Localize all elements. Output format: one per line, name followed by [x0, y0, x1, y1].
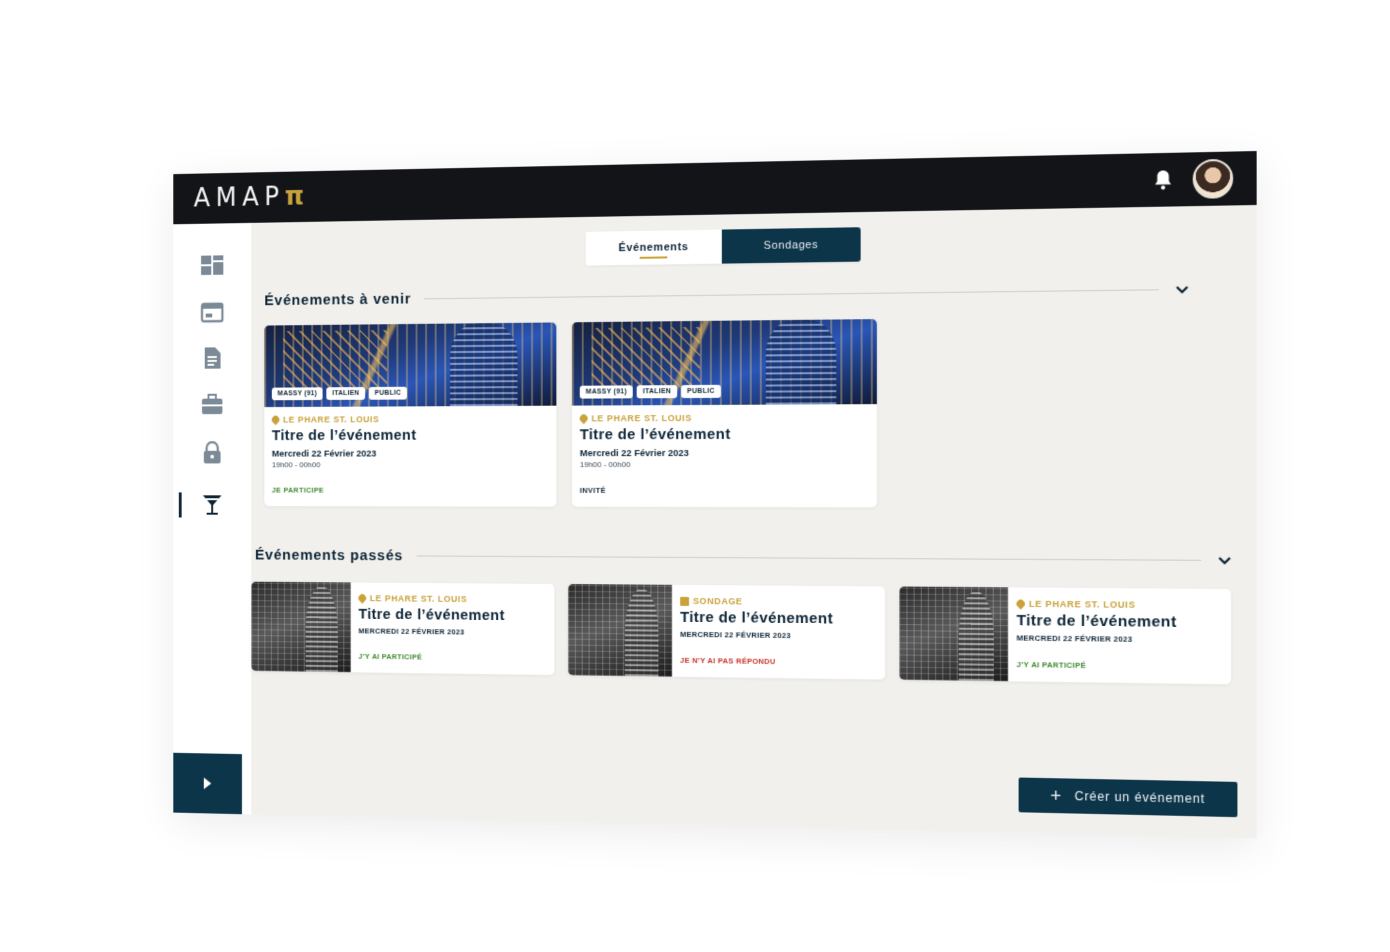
- pin-icon: [1014, 597, 1027, 610]
- upcoming-event-card[interactable]: MASSY (91) ITALIEN PUBLIC LE PHARE ST. L…: [571, 319, 877, 508]
- event-title: Titre de l’événement: [1016, 611, 1177, 631]
- event-status: J’Y AI PARTICIPÉ: [1016, 659, 1087, 671]
- event-date: MERCREDI 22 FÉVRIER 2023: [680, 629, 791, 641]
- event-title: Titre de l’événement: [579, 425, 731, 444]
- upcoming-event-card[interactable]: MASSY (91) ITALIEN PUBLIC LE PHARE ST. L…: [264, 322, 557, 507]
- event-image: [251, 581, 351, 673]
- chevron-down-icon[interactable]: [1174, 281, 1191, 298]
- past-section-header: Événements passés: [255, 547, 1233, 569]
- document-icon[interactable]: [199, 345, 225, 370]
- logo-accent: π: [284, 181, 310, 212]
- event-status: J’Y AI PARTICIPÉ: [358, 651, 423, 662]
- active-indicator: [178, 492, 182, 518]
- past-section-title: Événements passés: [255, 546, 404, 565]
- upcoming-section-header: Événements à venir: [264, 281, 1190, 309]
- tag-cuisine: ITALIEN: [326, 387, 366, 400]
- chevron-down-icon[interactable]: [1216, 552, 1233, 569]
- past-event-card[interactable]: LE PHARE ST. LOUIS Titre de l’événement …: [251, 581, 555, 676]
- sidebar: [173, 222, 252, 815]
- logo-text: AMAP: [193, 182, 285, 214]
- event-place: LE PHARE ST. LOUIS: [356, 592, 546, 604]
- tab-sondages[interactable]: Sondages: [721, 227, 861, 264]
- event-tags: MASSY (91) ITALIEN PUBLIC: [271, 386, 407, 401]
- event-place: SONDAGE: [680, 596, 877, 608]
- bell-icon[interactable]: [1153, 168, 1174, 191]
- pin-icon: [578, 412, 590, 425]
- event-title: Titre de l’événement: [358, 605, 505, 625]
- event-time: 19h00 - 00h00: [579, 460, 631, 470]
- past-event-card[interactable]: SONDAGE Titre de l’événement MERCREDI 22…: [568, 584, 886, 680]
- pin-icon: [270, 414, 281, 426]
- tag-audience: PUBLIC: [368, 386, 407, 400]
- create-event-label: Créer un événement: [1074, 788, 1205, 807]
- dashboard-icon[interactable]: [199, 252, 225, 278]
- chevron-right-icon: [203, 777, 212, 790]
- tag-location: MASSY (91): [579, 385, 633, 399]
- tag-audience: PUBLIC: [681, 384, 721, 399]
- tag-cuisine: ITALIEN: [636, 385, 678, 399]
- event-status: JE PARTICIPE: [271, 485, 325, 495]
- divider: [416, 555, 1202, 561]
- event-image: [899, 586, 1009, 682]
- calendar-icon[interactable]: [199, 299, 225, 324]
- lock-icon[interactable]: [199, 440, 225, 465]
- event-time: 19h00 - 00h00: [271, 460, 321, 470]
- tab-bar: Événements Sondages: [585, 227, 861, 266]
- tag-location: MASSY (91): [271, 387, 323, 401]
- event-tags: MASSY (91) ITALIEN PUBLIC: [579, 384, 721, 399]
- app-logo[interactable]: AMAP π: [194, 182, 310, 213]
- event-date: Mercredi 22 Février 2023: [579, 448, 689, 460]
- sidebar-expand-button[interactable]: [173, 752, 242, 815]
- past-event-card[interactable]: LE PHARE ST. LOUIS Titre de l’événement …: [899, 586, 1232, 685]
- event-status: INVITÉ: [579, 485, 606, 495]
- event-place: LE PHARE ST. LOUIS: [578, 412, 869, 425]
- pin-icon: [356, 592, 368, 604]
- event-date: MERCREDI 22 FÉVRIER 2023: [1016, 633, 1133, 644]
- upcoming-section-title: Événements à venir: [264, 290, 412, 310]
- event-status: JE N’Y AI PAS RÉPONDU: [680, 655, 776, 667]
- main-content: Événements Sondages Événements à venir M…: [251, 205, 1256, 838]
- event-date: Mercredi 22 Février 2023: [271, 448, 377, 460]
- poll-icon: [680, 596, 690, 606]
- event-image: [568, 584, 673, 677]
- app-window: AMAP π Événements Sondages Événements à …: [173, 151, 1257, 839]
- event-date: MERCREDI 22 FÉVRIER 2023: [358, 626, 465, 637]
- event-place: LE PHARE ST. LOUIS: [1014, 597, 1223, 611]
- divider: [424, 289, 1159, 300]
- user-avatar[interactable]: [1192, 158, 1234, 199]
- event-title: Titre de l’événement: [271, 426, 417, 444]
- briefcase-icon[interactable]: [199, 392, 225, 417]
- cocktail-icon[interactable]: [199, 492, 225, 517]
- event-place: LE PHARE ST. LOUIS: [270, 414, 549, 426]
- event-title: Titre de l’événement: [680, 608, 834, 628]
- create-event-button[interactable]: + Créer un événement: [1018, 777, 1238, 818]
- plus-icon: +: [1050, 785, 1063, 807]
- tab-evenements[interactable]: Événements: [585, 229, 722, 266]
